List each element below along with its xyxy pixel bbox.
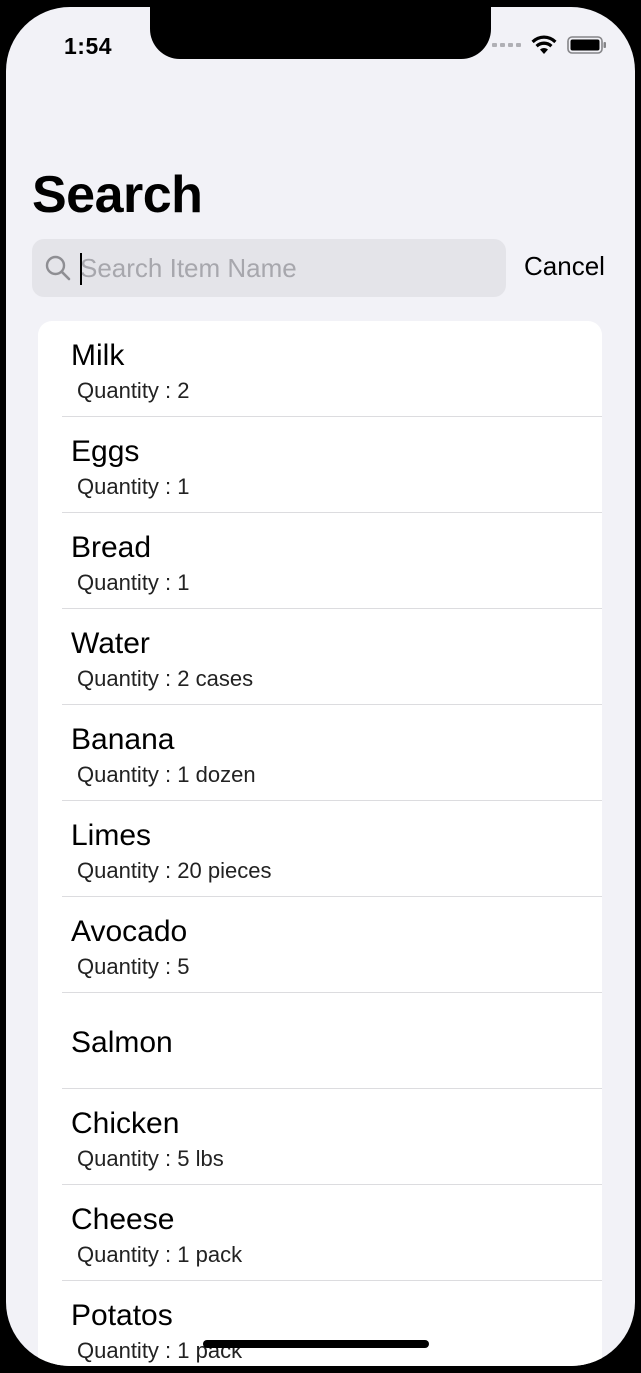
list-item[interactable]: Salmon bbox=[62, 993, 602, 1089]
item-name: Potatos bbox=[71, 1299, 173, 1332]
item-quantity: Quantity : 5 bbox=[77, 954, 190, 979]
item-quantity: Quantity : 1 dozen bbox=[77, 762, 256, 787]
list-item[interactable]: Water Quantity : 2 cases bbox=[62, 609, 602, 705]
search-field[interactable] bbox=[32, 239, 506, 297]
list-item[interactable]: Potatos Quantity : 1 pack bbox=[62, 1281, 602, 1366]
page-title: Search bbox=[32, 166, 203, 224]
text-cursor bbox=[80, 253, 82, 285]
list-item[interactable]: Chicken Quantity : 5 lbs bbox=[62, 1089, 602, 1185]
item-quantity: Quantity : 1 pack bbox=[77, 1242, 243, 1267]
item-quantity: Quantity : 20 pieces bbox=[77, 858, 272, 883]
item-name: Avocado bbox=[71, 915, 188, 948]
item-quantity: Quantity : 2 bbox=[77, 378, 190, 403]
item-quantity: Quantity : 2 cases bbox=[77, 666, 254, 691]
item-name: Eggs bbox=[71, 435, 140, 468]
device-frame: 1:54 Search Cance bbox=[0, 0, 641, 1373]
home-indicator[interactable] bbox=[203, 1340, 429, 1348]
item-quantity: Quantity : 1 bbox=[77, 570, 190, 595]
search-input[interactable] bbox=[78, 239, 500, 297]
item-list: Milk Quantity : 2 Eggs Quantity : 1 Brea… bbox=[38, 321, 602, 1366]
list-item[interactable]: Avocado Quantity : 5 bbox=[62, 897, 602, 993]
cellular-signal-icon bbox=[492, 43, 521, 47]
search-icon bbox=[45, 255, 71, 281]
item-name: Salmon bbox=[71, 1026, 173, 1059]
item-name: Cheese bbox=[71, 1203, 175, 1236]
item-quantity: Quantity : 1 bbox=[77, 474, 190, 499]
list-item[interactable]: Banana Quantity : 1 dozen bbox=[62, 705, 602, 801]
notch bbox=[150, 7, 491, 59]
list-item[interactable]: Cheese Quantity : 1 pack bbox=[62, 1185, 602, 1281]
item-name: Limes bbox=[71, 819, 152, 852]
list-item[interactable]: Limes Quantity : 20 pieces bbox=[62, 801, 602, 897]
battery-icon bbox=[567, 36, 606, 54]
screen: 1:54 Search Cance bbox=[6, 7, 635, 1366]
item-name: Chicken bbox=[71, 1107, 180, 1140]
status-indicators bbox=[492, 35, 607, 55]
item-quantity: Quantity : 5 lbs bbox=[77, 1146, 224, 1171]
list-item[interactable]: Eggs Quantity : 1 bbox=[62, 417, 602, 513]
list-item[interactable]: Milk Quantity : 2 bbox=[62, 321, 602, 417]
item-name: Bread bbox=[71, 531, 152, 564]
cancel-button[interactable]: Cancel bbox=[524, 251, 605, 282]
status-time: 1:54 bbox=[64, 33, 113, 59]
item-name: Milk bbox=[71, 339, 125, 372]
item-name: Water bbox=[71, 627, 150, 660]
item-name: Banana bbox=[71, 723, 175, 756]
list-item[interactable]: Bread Quantity : 1 bbox=[62, 513, 602, 609]
wifi-icon bbox=[531, 35, 557, 54]
